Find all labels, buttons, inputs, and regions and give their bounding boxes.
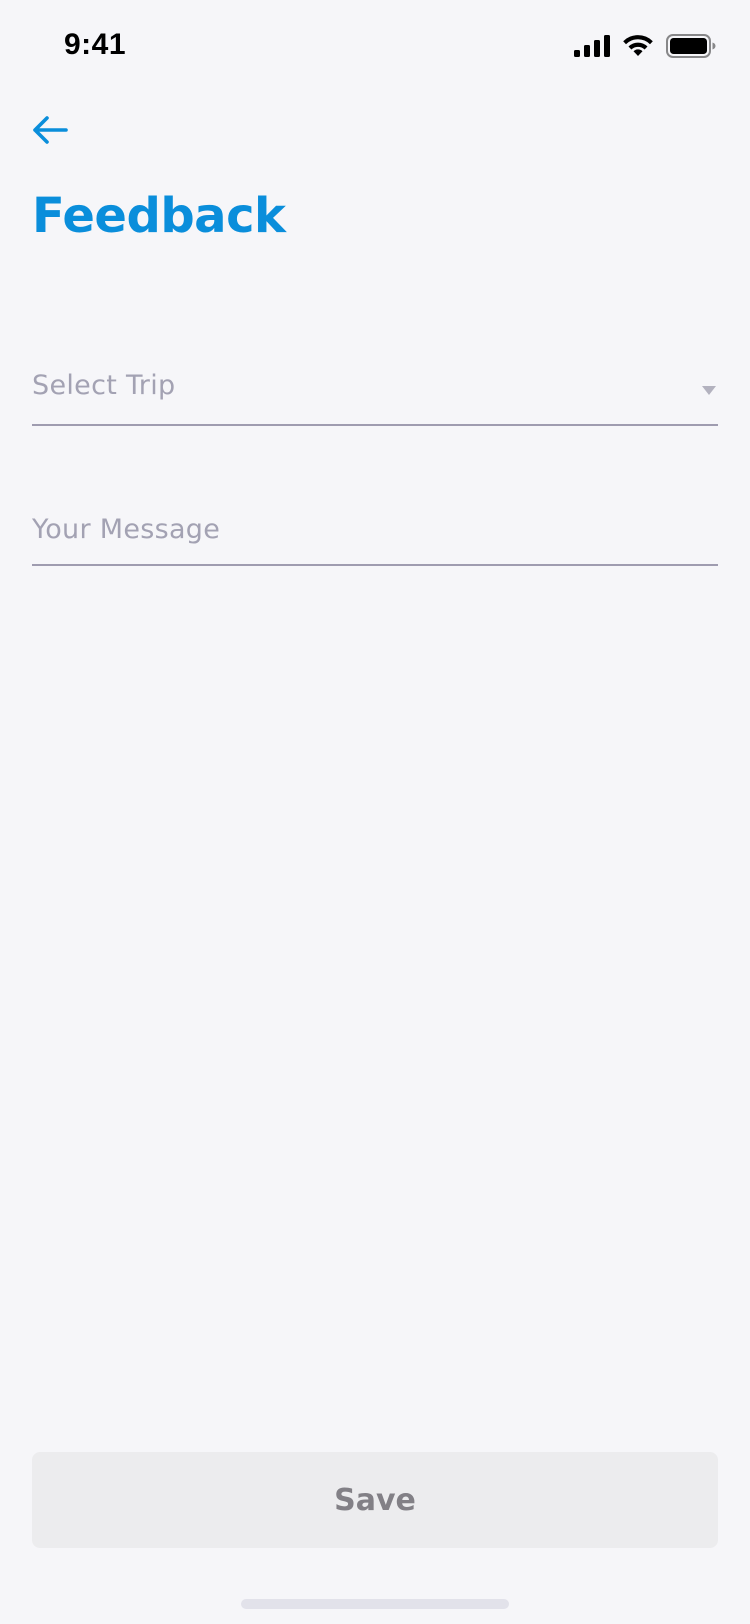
back-button[interactable] [26, 106, 74, 154]
message-input[interactable] [32, 508, 718, 564]
dropdown-triangle-icon [702, 386, 716, 395]
cellular-signal-icon [574, 35, 610, 57]
message-field-container [32, 508, 718, 566]
trip-select[interactable]: Select Trip [32, 368, 718, 426]
page-title: Feedback [32, 188, 286, 244]
trip-select-placeholder: Select Trip [32, 370, 176, 401]
battery-icon [666, 34, 716, 58]
save-button[interactable]: Save [32, 1452, 718, 1548]
status-icons [574, 34, 716, 58]
status-bar: 9:41 [0, 0, 750, 96]
status-time: 9:41 [64, 28, 127, 61]
home-indicator [241, 1599, 509, 1609]
wifi-icon [623, 35, 653, 56]
arrow-left-icon [33, 116, 68, 144]
